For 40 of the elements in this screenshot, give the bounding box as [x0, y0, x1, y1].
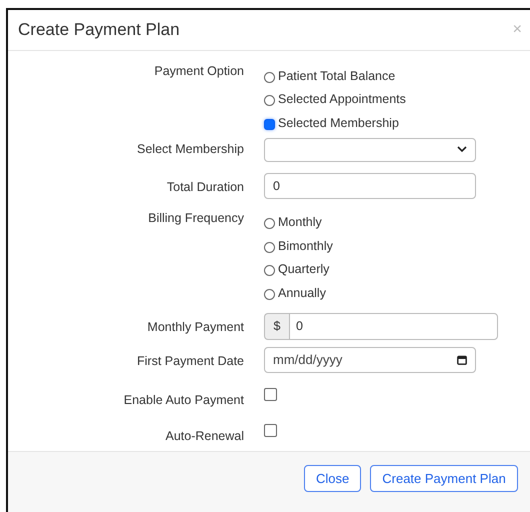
dialog-title: Create Payment Plan	[18, 20, 180, 40]
radio-label: Bimonthly	[278, 238, 333, 253]
radio-button[interactable]	[264, 218, 275, 230]
field-label: Billing Frequency	[147, 210, 244, 224]
checkbox[interactable]	[264, 424, 277, 436]
field-label: Total Duration	[166, 178, 244, 194]
checkbox[interactable]	[264, 388, 277, 400]
radio-button[interactable]	[264, 288, 275, 300]
field-label: Payment Option	[153, 64, 244, 78]
radio-option[interactable]: Selected Membership	[264, 111, 530, 134]
radio-button[interactable]	[264, 118, 275, 130]
radio-label: Selected Membership	[278, 116, 399, 130]
radio-label: Monthly	[278, 215, 322, 230]
radio-option[interactable]: Annually	[264, 281, 530, 304]
create-plan-button[interactable]: Create Payment Plan	[370, 464, 518, 492]
duration-input[interactable]: 0	[264, 172, 476, 198]
field-label: Select Membership	[136, 140, 244, 156]
close-button[interactable]: Close	[304, 464, 362, 492]
radio-option[interactable]: Bimonthly	[264, 234, 530, 258]
field-label: Monthly Payment	[146, 318, 244, 334]
date-input[interactable]: mm/dd/yyyy	[264, 346, 476, 372]
radio-label: Selected Appointments	[278, 92, 406, 106]
chevron-down-icon	[457, 146, 467, 153]
radio-label: Annually	[278, 286, 326, 300]
radio-option[interactable]: Patient Total Balance	[264, 64, 530, 88]
payment-input[interactable]: 0	[289, 312, 498, 340]
field-label: Auto-Renewal	[164, 428, 244, 442]
radio-button[interactable]	[264, 265, 275, 276]
radio-option[interactable]: Selected Appointments	[264, 88, 530, 111]
field-label: First Payment Date	[136, 352, 244, 368]
radio-option[interactable]: Quarterly	[264, 258, 530, 281]
radio-button[interactable]	[264, 95, 275, 106]
radio-button[interactable]	[264, 242, 275, 253]
currency-addon: $	[264, 312, 289, 340]
radio-label: Patient Total Balance	[278, 68, 396, 83]
radio-option[interactable]: Monthly	[264, 210, 530, 234]
calendar-icon	[457, 354, 467, 364]
radio-button[interactable]	[264, 72, 275, 83]
radio-label: Quarterly	[278, 262, 330, 276]
field-label: Enable Auto Payment	[122, 392, 244, 406]
